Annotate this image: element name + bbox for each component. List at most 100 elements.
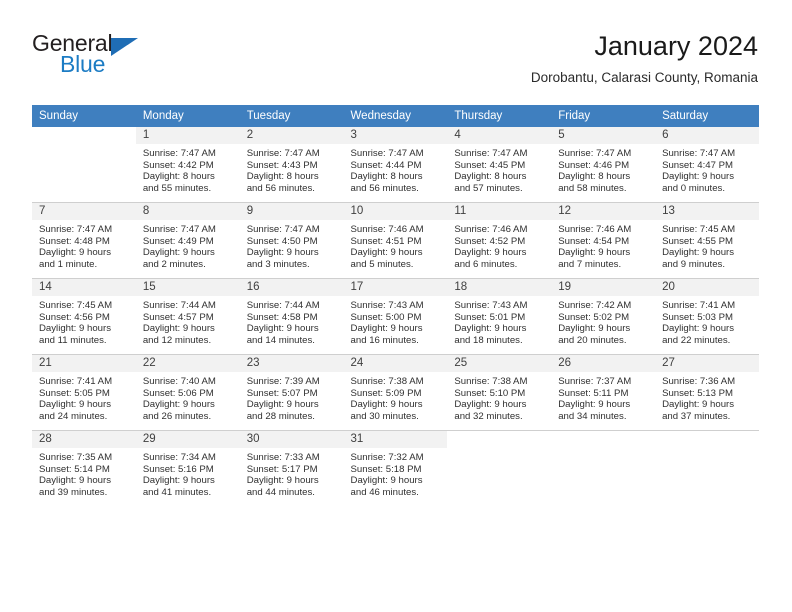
daylight-text-line1: Daylight: 9 hours bbox=[350, 475, 423, 487]
calendar-day-cell[interactable]: 30 Sunrise: 7:33 AM Sunset: 5:17 PM Dayl… bbox=[239, 430, 344, 506]
calendar-day-cell[interactable]: 17 Sunrise: 7:43 AM Sunset: 5:00 PM Dayl… bbox=[343, 278, 448, 355]
page-title: January 2024 bbox=[594, 31, 758, 61]
daylight-text-line1: Daylight: 8 hours bbox=[558, 171, 631, 183]
daylight-text-line2: and 32 minutes. bbox=[454, 410, 523, 422]
calendar-day-cell[interactable]: 27 Sunrise: 7:36 AM Sunset: 5:13 PM Dayl… bbox=[655, 354, 759, 431]
sunrise-text: Sunrise: 7:47 AM bbox=[558, 148, 632, 159]
daylight-text-line2: and 12 minutes. bbox=[142, 334, 212, 346]
sunset-text: Sunset: 5:14 PM bbox=[39, 463, 110, 475]
day-number: 16 bbox=[239, 279, 344, 296]
sunrise-text: Sunrise: 7:41 AM bbox=[662, 300, 736, 311]
daylight-text-line1: Daylight: 9 hours bbox=[454, 247, 527, 259]
daylight-text-line1: Daylight: 9 hours bbox=[350, 247, 423, 259]
daylight-text-line1: Daylight: 9 hours bbox=[142, 323, 215, 335]
day-number: 29 bbox=[135, 431, 240, 448]
day-details: Sunrise: 7:32 AM Sunset: 5:18 PM Dayligh… bbox=[344, 448, 448, 498]
calendar-day-cell[interactable]: 8 Sunrise: 7:47 AM Sunset: 4:49 PM Dayli… bbox=[135, 202, 240, 279]
sunrise-text: Sunrise: 7:42 AM bbox=[558, 300, 632, 311]
calendar-day-cell[interactable]: 14 Sunrise: 7:45 AM Sunset: 4:56 PM Dayl… bbox=[32, 278, 136, 355]
sunset-text: Sunset: 5:05 PM bbox=[39, 387, 110, 399]
weekday-header-friday: Friday bbox=[551, 105, 656, 127]
page-header: General Blue January 2024 Dorobantu, Cal… bbox=[32, 30, 758, 98]
daylight-text-line1: Daylight: 9 hours bbox=[558, 323, 631, 335]
calendar-day-cell[interactable]: 18 Sunrise: 7:43 AM Sunset: 5:01 PM Dayl… bbox=[447, 278, 552, 355]
calendar-day-cell[interactable]: 3 Sunrise: 7:47 AM Sunset: 4:44 PM Dayli… bbox=[343, 127, 448, 203]
day-number: 28 bbox=[32, 431, 136, 448]
daylight-text-line1: Daylight: 9 hours bbox=[39, 323, 111, 335]
calendar-day-cell[interactable]: 24 Sunrise: 7:38 AM Sunset: 5:09 PM Dayl… bbox=[343, 354, 448, 431]
day-details: Sunrise: 7:41 AM Sunset: 5:05 PM Dayligh… bbox=[32, 372, 136, 422]
sunset-text: Sunset: 5:13 PM bbox=[662, 387, 733, 399]
daylight-text-line2: and 56 minutes. bbox=[350, 182, 419, 194]
sunrise-text: Sunrise: 7:37 AM bbox=[558, 376, 632, 387]
sunset-text: Sunset: 4:48 PM bbox=[39, 235, 110, 247]
calendar-day-cell[interactable]: 11 Sunrise: 7:46 AM Sunset: 4:52 PM Dayl… bbox=[447, 202, 552, 279]
day-details: Sunrise: 7:44 AM Sunset: 4:58 PM Dayligh… bbox=[240, 296, 344, 346]
daylight-text-line1: Daylight: 8 hours bbox=[142, 171, 215, 183]
calendar-day-cell bbox=[447, 430, 552, 506]
calendar-day-cell[interactable]: 2 Sunrise: 7:47 AM Sunset: 4:43 PM Dayli… bbox=[239, 127, 344, 203]
brand-logo[interactable]: General Blue bbox=[32, 30, 242, 88]
calendar-day-cell[interactable]: 15 Sunrise: 7:44 AM Sunset: 4:57 PM Dayl… bbox=[135, 278, 240, 355]
calendar-day-cell[interactable]: 7 Sunrise: 7:47 AM Sunset: 4:48 PM Dayli… bbox=[32, 202, 136, 279]
calendar-day-cell[interactable]: 28 Sunrise: 7:35 AM Sunset: 5:14 PM Dayl… bbox=[32, 430, 136, 506]
calendar-day-cell[interactable]: 12 Sunrise: 7:46 AM Sunset: 4:54 PM Dayl… bbox=[551, 202, 656, 279]
sunrise-text: Sunrise: 7:47 AM bbox=[246, 148, 320, 159]
calendar-day-cell[interactable]: 29 Sunrise: 7:34 AM Sunset: 5:16 PM Dayl… bbox=[135, 430, 240, 506]
location-subtitle: Dorobantu, Calarasi County, Romania bbox=[530, 70, 758, 85]
day-details: Sunrise: 7:38 AM Sunset: 5:09 PM Dayligh… bbox=[344, 372, 448, 422]
daylight-text-line1: Daylight: 8 hours bbox=[350, 171, 423, 183]
calendar-day-cell[interactable]: 6 Sunrise: 7:47 AM Sunset: 4:47 PM Dayli… bbox=[655, 127, 759, 203]
day-details: Sunrise: 7:45 AM Sunset: 4:56 PM Dayligh… bbox=[32, 296, 136, 346]
sunrise-text: Sunrise: 7:47 AM bbox=[350, 148, 424, 159]
day-details: Sunrise: 7:33 AM Sunset: 5:17 PM Dayligh… bbox=[240, 448, 344, 498]
day-details: Sunrise: 7:44 AM Sunset: 4:57 PM Dayligh… bbox=[136, 296, 240, 346]
calendar-day-cell[interactable]: 22 Sunrise: 7:40 AM Sunset: 5:06 PM Dayl… bbox=[135, 354, 240, 431]
day-details: Sunrise: 7:43 AM Sunset: 5:01 PM Dayligh… bbox=[447, 296, 551, 346]
calendar-day-cell[interactable]: 10 Sunrise: 7:46 AM Sunset: 4:51 PM Dayl… bbox=[343, 202, 448, 279]
triangle-logo-icon bbox=[111, 38, 138, 56]
sunset-text: Sunset: 5:03 PM bbox=[662, 311, 733, 323]
calendar-day-cell[interactable]: 13 Sunrise: 7:45 AM Sunset: 4:55 PM Dayl… bbox=[655, 202, 759, 279]
day-details: Sunrise: 7:36 AM Sunset: 5:13 PM Dayligh… bbox=[655, 372, 759, 422]
daylight-text-line1: Daylight: 9 hours bbox=[662, 323, 735, 335]
day-number: 20 bbox=[655, 279, 759, 296]
calendar-day-cell[interactable]: 1 Sunrise: 7:47 AM Sunset: 4:42 PM Dayli… bbox=[135, 127, 240, 203]
sunset-text: Sunset: 4:55 PM bbox=[662, 235, 733, 247]
day-number: 25 bbox=[447, 355, 552, 372]
day-number: 21 bbox=[32, 355, 136, 372]
day-number: 31 bbox=[343, 431, 448, 448]
title-block: January 2024 Dorobantu, Calarasi County,… bbox=[531, 30, 758, 86]
calendar-day-cell[interactable]: 23 Sunrise: 7:39 AM Sunset: 5:07 PM Dayl… bbox=[239, 354, 344, 431]
day-number: 12 bbox=[551, 203, 656, 220]
daylight-text-line2: and 0 minutes. bbox=[662, 182, 725, 194]
daylight-text-line1: Daylight: 9 hours bbox=[662, 171, 735, 183]
calendar-day-cell[interactable]: 20 Sunrise: 7:41 AM Sunset: 5:03 PM Dayl… bbox=[655, 278, 759, 355]
daylight-text-line2: and 18 minutes. bbox=[454, 334, 523, 346]
sunrise-text: Sunrise: 7:47 AM bbox=[39, 224, 113, 235]
calendar-day-cell[interactable]: 19 Sunrise: 7:42 AM Sunset: 5:02 PM Dayl… bbox=[551, 278, 656, 355]
calendar-week-row: 7 Sunrise: 7:47 AM Sunset: 4:48 PM Dayli… bbox=[32, 202, 759, 279]
calendar-day-cell[interactable]: 26 Sunrise: 7:37 AM Sunset: 5:11 PM Dayl… bbox=[551, 354, 656, 431]
daylight-text-line2: and 56 minutes. bbox=[246, 182, 315, 194]
day-details: Sunrise: 7:37 AM Sunset: 5:11 PM Dayligh… bbox=[551, 372, 655, 422]
sunrise-text: Sunrise: 7:33 AM bbox=[246, 452, 320, 463]
brand-name-blue: Blue bbox=[60, 51, 106, 77]
calendar-day-cell[interactable]: 21 Sunrise: 7:41 AM Sunset: 5:05 PM Dayl… bbox=[32, 354, 136, 431]
calendar-day-cell[interactable]: 25 Sunrise: 7:38 AM Sunset: 5:10 PM Dayl… bbox=[447, 354, 552, 431]
day-number: 3 bbox=[343, 127, 448, 144]
calendar-day-cell[interactable]: 31 Sunrise: 7:32 AM Sunset: 5:18 PM Dayl… bbox=[343, 430, 448, 506]
day-number: 11 bbox=[447, 203, 552, 220]
daylight-text-line1: Daylight: 8 hours bbox=[246, 171, 319, 183]
day-details: Sunrise: 7:47 AM Sunset: 4:50 PM Dayligh… bbox=[240, 220, 344, 270]
calendar-day-cell[interactable]: 9 Sunrise: 7:47 AM Sunset: 4:50 PM Dayli… bbox=[239, 202, 344, 279]
daylight-text-line2: and 9 minutes. bbox=[662, 258, 725, 270]
daylight-text-line1: Daylight: 9 hours bbox=[39, 399, 111, 411]
day-details bbox=[551, 448, 655, 452]
day-details: Sunrise: 7:47 AM Sunset: 4:44 PM Dayligh… bbox=[344, 144, 448, 194]
calendar-day-cell[interactable]: 16 Sunrise: 7:44 AM Sunset: 4:58 PM Dayl… bbox=[239, 278, 344, 355]
sunset-text: Sunset: 5:11 PM bbox=[558, 387, 629, 399]
calendar-day-cell[interactable]: 5 Sunrise: 7:47 AM Sunset: 4:46 PM Dayli… bbox=[551, 127, 656, 203]
calendar-day-cell[interactable]: 4 Sunrise: 7:47 AM Sunset: 4:45 PM Dayli… bbox=[447, 127, 552, 203]
sunset-text: Sunset: 5:06 PM bbox=[142, 387, 214, 399]
